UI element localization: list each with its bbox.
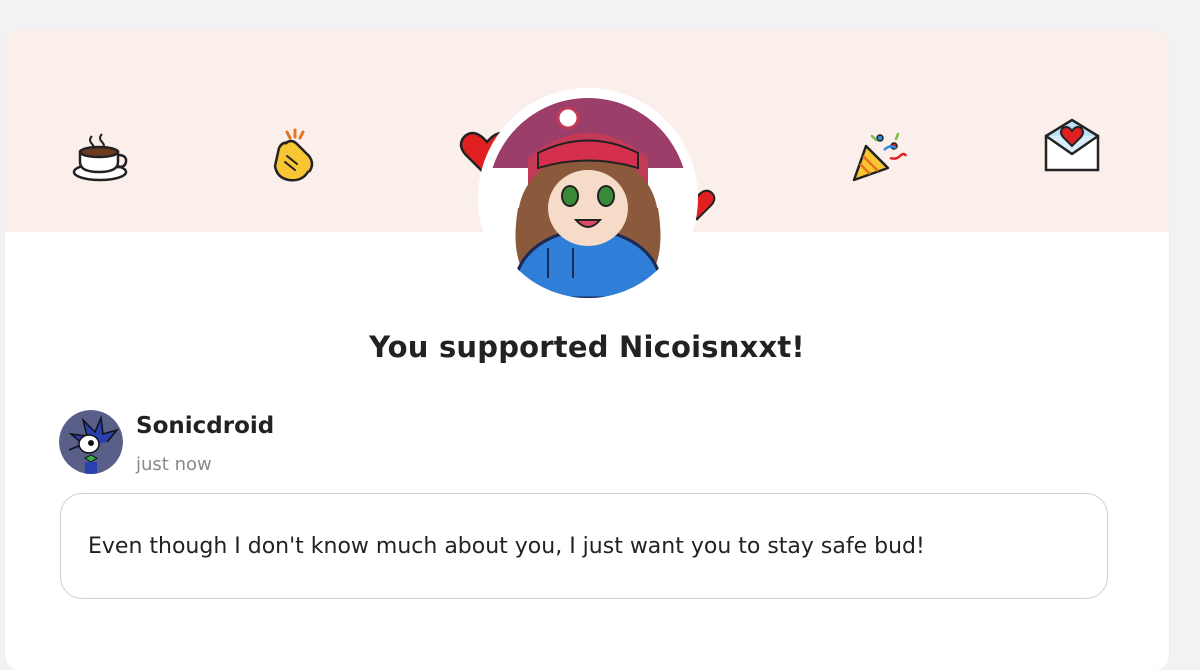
clapping-hands-icon	[273, 128, 314, 182]
creator-avatar-image	[488, 98, 688, 298]
love-letter-icon	[1044, 118, 1100, 172]
supporter-avatar-image	[59, 410, 123, 474]
supporter-name[interactable]: Sonicdroid	[136, 413, 274, 439]
timestamp: just now	[136, 454, 212, 475]
support-confirmation-card: You supported Nicoisnxxt! Sonicdroid jus…	[5, 30, 1169, 670]
party-popper-icon	[852, 132, 908, 182]
support-headline: You supported Nicoisnxxt!	[369, 330, 805, 364]
coffee-cup-icon	[72, 133, 128, 182]
support-message: Even though I don't know much about you,…	[88, 534, 925, 559]
supporter-avatar[interactable]	[59, 410, 123, 474]
support-message-box: Even though I don't know much about you,…	[60, 493, 1108, 599]
creator-avatar	[478, 88, 698, 308]
